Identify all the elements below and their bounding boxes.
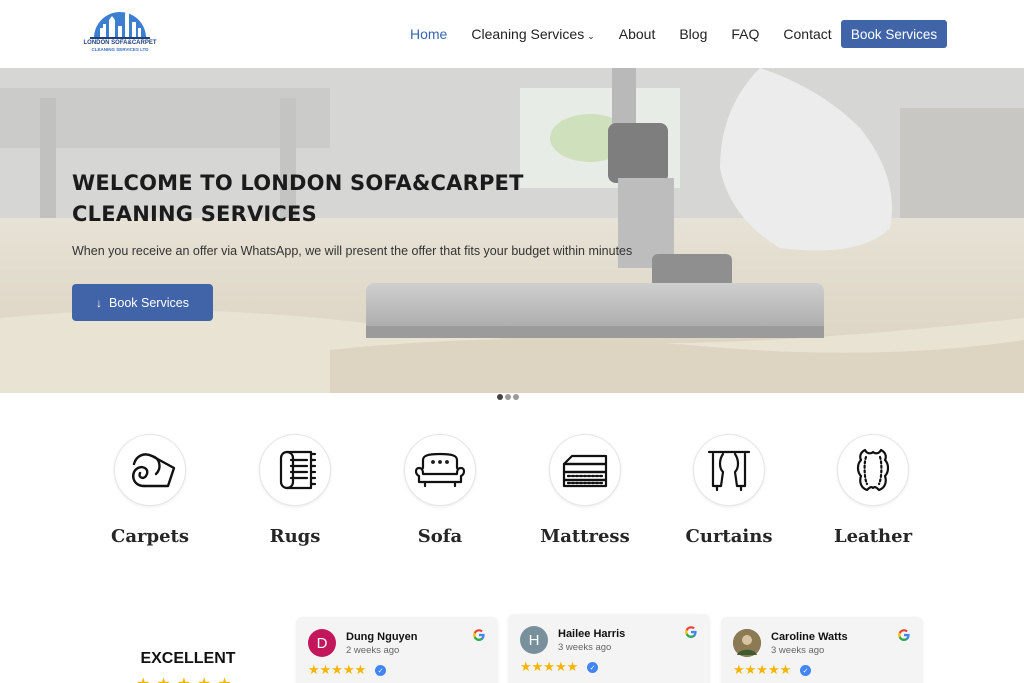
service-label-mattress: Mattress bbox=[540, 526, 630, 547]
reviewer-name: Dung Nguyen bbox=[346, 631, 418, 643]
review-time: 3 weeks ago bbox=[771, 645, 825, 656]
review-stars: ★★★★★ bbox=[520, 659, 579, 674]
service-mattress[interactable]: Mattress bbox=[515, 434, 655, 547]
service-sofa[interactable]: Sofa bbox=[370, 434, 510, 547]
service-rugs[interactable]: Rugs bbox=[225, 434, 365, 547]
hero-slider: WELCOME TO LONDON SOFA&CARPET CLEANING S… bbox=[0, 68, 1024, 393]
nav-faq[interactable]: FAQ bbox=[731, 26, 759, 42]
review-time: 3 weeks ago bbox=[558, 642, 612, 653]
avatar-photo-icon bbox=[733, 629, 761, 657]
service-leather[interactable]: Leather bbox=[803, 434, 943, 547]
review-card-1[interactable]: D Dung Nguyen 2 weeks ago ★★★★★ ✓ bbox=[296, 617, 498, 683]
google-icon bbox=[898, 629, 910, 641]
sofa-icon bbox=[404, 434, 476, 506]
review-time: 2 weeks ago bbox=[346, 645, 400, 656]
nav-cleaning-services[interactable]: Cleaning Services ⌄ bbox=[471, 26, 594, 42]
mattress-icon bbox=[549, 434, 621, 506]
avatar: H bbox=[520, 626, 548, 654]
service-label-leather: Leather bbox=[833, 526, 913, 547]
reviewer-name: Caroline Watts bbox=[771, 631, 848, 643]
carpet-roll-icon bbox=[114, 434, 186, 506]
book-services-button[interactable]: Book Services bbox=[841, 20, 947, 48]
reviewer-name: Hailee Harris bbox=[558, 628, 626, 640]
google-icon bbox=[473, 629, 485, 641]
service-label-rugs: Rugs bbox=[269, 526, 321, 547]
hero-subtitle: When you receive an offer via WhatsApp, … bbox=[72, 244, 633, 258]
avatar: D bbox=[308, 629, 336, 657]
chevron-down-icon: ⌄ bbox=[587, 31, 595, 41]
logo-title: LONDON SOFA&CARPET bbox=[83, 40, 157, 46]
review-stars: ★★★★★ bbox=[308, 662, 367, 677]
slider-dot-2[interactable] bbox=[505, 394, 511, 400]
nav-home[interactable]: Home bbox=[410, 26, 447, 42]
nav-contact[interactable]: Contact bbox=[783, 26, 831, 42]
verified-badge-icon: ✓ bbox=[587, 662, 598, 673]
service-label-curtains: Curtains bbox=[685, 526, 773, 547]
slider-dots bbox=[497, 393, 521, 401]
nav-about[interactable]: About bbox=[619, 26, 656, 42]
site-header: LONDON SOFA&CARPET CLEANING SERVICES LTD… bbox=[0, 0, 1024, 68]
logo-subtitle: CLEANING SERVICES LTD bbox=[91, 47, 149, 52]
hero-book-services-button[interactable]: ↓ Book Services bbox=[72, 284, 213, 321]
hero-background-image bbox=[0, 68, 1024, 393]
service-carpets[interactable]: Carpets bbox=[80, 434, 220, 547]
review-card-2[interactable]: H Hailee Harris 3 weeks ago ★★★★★ ✓ bbox=[508, 614, 710, 683]
hero-title: WELCOME TO LONDON SOFA&CARPET CLEANING S… bbox=[72, 171, 524, 226]
hero-button-label: Book Services bbox=[109, 295, 189, 310]
service-curtains[interactable]: Curtains bbox=[659, 434, 799, 547]
service-label-carpets: Carpets bbox=[111, 526, 189, 547]
rating-summary-stars: ★★★★★ bbox=[136, 674, 238, 683]
slider-dot-1[interactable] bbox=[497, 394, 503, 400]
curtains-icon bbox=[693, 434, 765, 506]
service-label-sofa: Sofa bbox=[417, 526, 463, 547]
review-stars: ★★★★★ bbox=[733, 662, 792, 677]
google-icon bbox=[685, 626, 697, 638]
nav-cleaning-services-label: Cleaning Services bbox=[471, 26, 585, 42]
avatar-photo bbox=[733, 629, 761, 657]
leather-icon bbox=[837, 434, 909, 506]
slider-dot-3[interactable] bbox=[513, 394, 519, 400]
nav-blog[interactable]: Blog bbox=[679, 26, 707, 42]
verified-badge-icon: ✓ bbox=[800, 665, 811, 676]
rug-icon bbox=[259, 434, 331, 506]
site-logo[interactable]: LONDON SOFA&CARPET CLEANING SERVICES LTD bbox=[82, 6, 158, 56]
review-card-3[interactable]: Caroline Watts 3 weeks ago ★★★★★ ✓ bbox=[721, 617, 923, 683]
main-nav: Home Cleaning Services ⌄ About Blog FAQ C… bbox=[410, 0, 856, 68]
arrow-down-icon: ↓ bbox=[96, 295, 103, 310]
rating-summary-text: EXCELLENT bbox=[140, 650, 236, 667]
verified-badge-icon: ✓ bbox=[375, 665, 386, 676]
